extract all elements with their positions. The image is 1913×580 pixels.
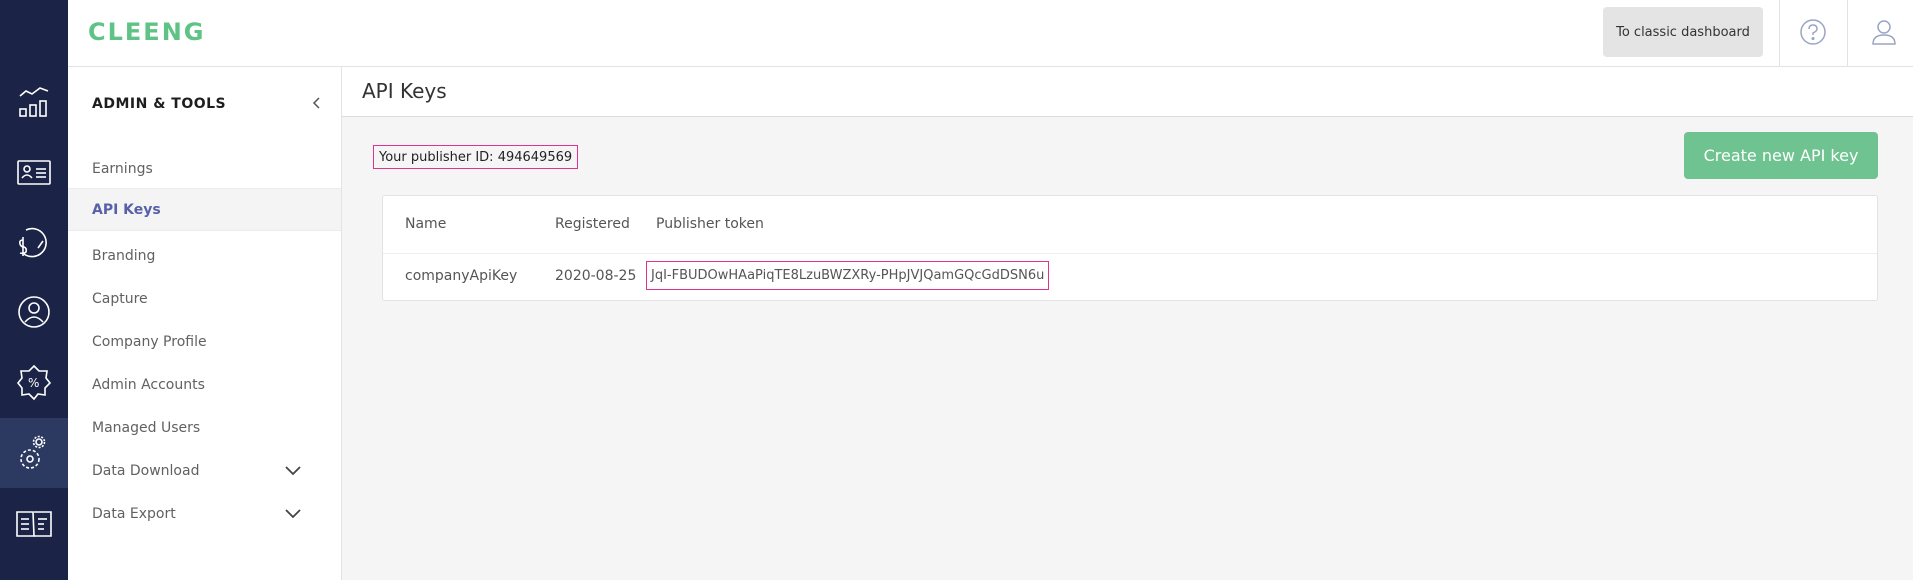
rail-item-settings[interactable] xyxy=(0,418,68,488)
table-divider xyxy=(383,253,1877,254)
publisher-id-label: Your publisher ID: 494649569 xyxy=(373,145,579,169)
nav-item-company-profile[interactable]: Company Profile xyxy=(68,320,341,363)
column-header-registered: Registered xyxy=(555,216,630,232)
nav-item-data-download[interactable]: Data Download xyxy=(68,449,341,492)
top-header: CLEENG To classic dashboard xyxy=(68,0,1913,67)
user-menu-button[interactable] xyxy=(1866,14,1902,50)
nav-item-label: Data Download xyxy=(92,462,200,479)
admin-tools-nav: ADMIN & TOOLS Earnings API Keys Branding… xyxy=(68,67,342,580)
collapse-nav-button[interactable] xyxy=(309,95,325,111)
nav-item-earnings[interactable]: Earnings xyxy=(68,147,341,190)
column-header-token: Publisher token xyxy=(656,216,764,232)
nav-item-api-keys[interactable]: API Keys xyxy=(68,188,341,231)
nav-item-admin-accounts[interactable]: Admin Accounts xyxy=(68,363,341,406)
nav-item-label: Branding xyxy=(92,247,156,264)
api-keys-table: Name Registered Publisher token companyA… xyxy=(382,195,1878,301)
nav-item-label: Data Export xyxy=(92,505,176,522)
nav-item-capture[interactable]: Capture xyxy=(68,277,341,320)
retention-user-icon xyxy=(18,296,50,328)
chevron-down-icon xyxy=(284,506,302,520)
nav-item-label: Managed Users xyxy=(92,419,201,436)
revenue-speedometer-icon xyxy=(19,227,47,258)
settings-gear-icon xyxy=(20,435,46,469)
api-key-name: companyApiKey xyxy=(405,268,518,284)
rail-item-customers[interactable] xyxy=(0,137,68,207)
svg-text:%: % xyxy=(28,376,39,390)
publisher-token[interactable]: JqI-FBUDOwHAaPiqTE8LzuBWZXRy-PHpJVJQamGQ… xyxy=(646,261,1050,290)
api-key-registered-date: 2020-08-25 xyxy=(555,268,637,284)
rail-item-retention[interactable] xyxy=(0,277,68,347)
chevron-down-icon xyxy=(284,463,302,477)
header-divider xyxy=(1847,0,1848,66)
chevron-left-icon xyxy=(312,97,320,109)
nav-item-label: Admin Accounts xyxy=(92,376,205,393)
question-circle-icon xyxy=(1800,19,1826,45)
discount-badge-icon: % xyxy=(16,364,52,401)
nav-item-data-export[interactable]: Data Export xyxy=(68,492,341,535)
page-title: API Keys xyxy=(362,79,447,103)
header-divider xyxy=(1779,0,1780,66)
customer-card-icon xyxy=(17,160,51,185)
help-button[interactable] xyxy=(1795,14,1831,50)
page-title-bar: API Keys xyxy=(342,67,1913,117)
cleeng-logo[interactable]: CLEENG xyxy=(88,18,205,46)
rail-item-revenue[interactable] xyxy=(0,207,68,277)
classic-dashboard-button[interactable]: To classic dashboard xyxy=(1603,7,1763,57)
icon-rail: % xyxy=(0,0,68,580)
rail-item-discounts[interactable]: % xyxy=(0,347,68,417)
nav-item-managed-users[interactable]: Managed Users xyxy=(68,406,341,449)
nav-section-title: ADMIN & TOOLS xyxy=(92,96,227,112)
create-api-key-button[interactable]: Create new API key xyxy=(1684,132,1878,179)
nav-item-branding[interactable]: Branding xyxy=(68,234,341,277)
nav-item-label: API Keys xyxy=(92,201,161,218)
documentation-book-icon xyxy=(16,511,52,537)
nav-item-label: Company Profile xyxy=(92,333,207,350)
column-header-name: Name xyxy=(405,216,447,232)
nav-item-label: Earnings xyxy=(92,160,153,177)
rail-item-analytics[interactable] xyxy=(0,67,68,137)
analytics-chart-icon xyxy=(19,87,49,117)
rail-item-documentation[interactable] xyxy=(0,488,68,558)
user-icon xyxy=(1872,20,1896,45)
nav-item-label: Capture xyxy=(92,290,148,307)
